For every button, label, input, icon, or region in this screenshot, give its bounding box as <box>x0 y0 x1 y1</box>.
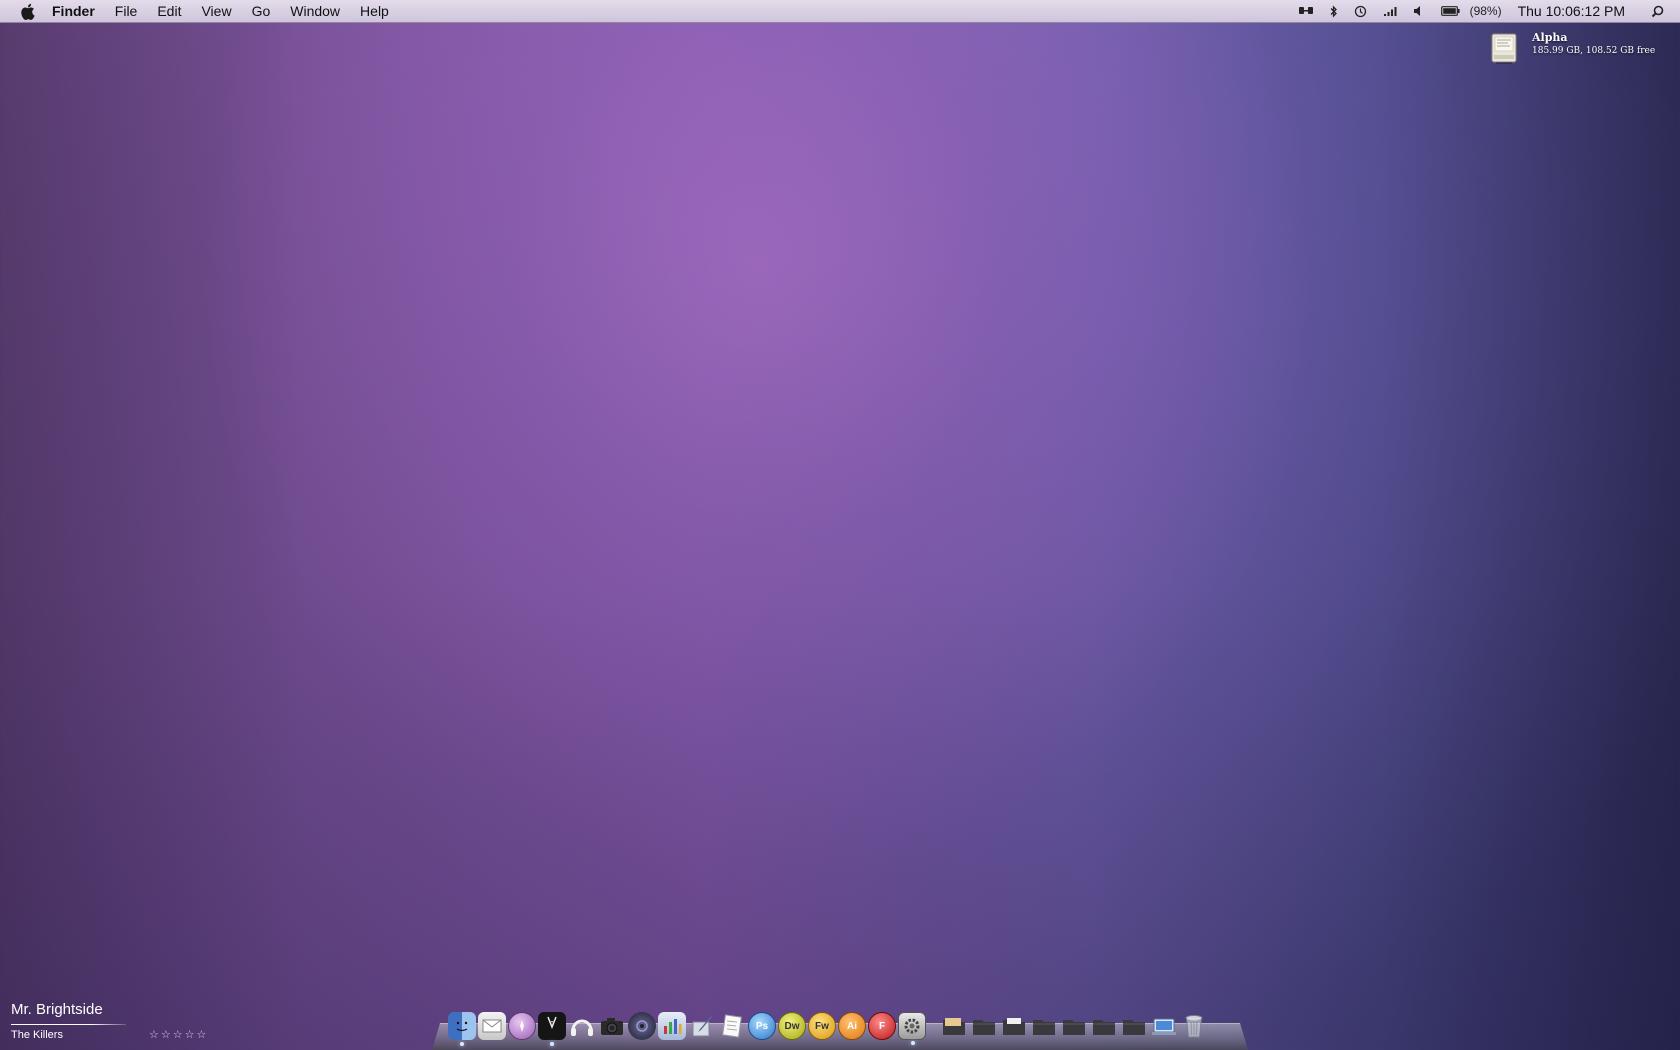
music-folder-icon[interactable] <box>1060 1012 1088 1040</box>
drive-info: 185.99 GB, 108.52 GB free <box>1532 46 1656 56</box>
flash-icon[interactable]: F <box>868 1012 896 1040</box>
menu-bar: Finder File Edit View Go Window Help (98… <box>0 0 1680 23</box>
dreamweaver-icon[interactable]: Dw <box>778 1012 806 1040</box>
textedit-icon[interactable] <box>718 1012 746 1040</box>
pen-icon[interactable] <box>688 1012 716 1040</box>
time-machine-icon[interactable] <box>1354 0 1367 22</box>
photoshop-icon[interactable]: Ps <box>748 1012 776 1040</box>
tuxedo-icon[interactable] <box>538 1012 566 1046</box>
camera-icon[interactable] <box>598 1012 626 1040</box>
dock: Ps Dw Fw Ai F <box>447 1006 1209 1046</box>
movies-folder-icon[interactable] <box>1090 1012 1118 1040</box>
menu-file[interactable]: File <box>105 0 148 22</box>
illustrator-label: Ai <box>847 1020 857 1032</box>
home-folder-icon[interactable] <box>1120 1012 1148 1040</box>
now-playing-progress <box>11 1024 126 1025</box>
now-playing-track: Mr. Brightside <box>11 1001 103 1018</box>
photoshop-label: Ps <box>755 1020 769 1032</box>
menu-help[interactable]: Help <box>350 0 399 22</box>
documents-folder-icon[interactable] <box>940 1012 968 1040</box>
battery-icon[interactable] <box>1440 0 1460 22</box>
pictures-folder-icon[interactable] <box>1030 1012 1058 1040</box>
menubar-clock[interactable]: Thu 10:06:12 PM <box>1518 3 1625 19</box>
menu-finder[interactable]: Finder <box>52 0 105 22</box>
menu-window[interactable]: Window <box>280 0 350 22</box>
bluetooth-icon[interactable] <box>1330 0 1338 22</box>
hard-drive-icon[interactable] <box>1488 31 1522 65</box>
illustrator-icon[interactable]: Ai <box>838 1012 866 1040</box>
headphones-icon[interactable] <box>568 1012 596 1040</box>
running-indicator <box>911 1041 915 1045</box>
finder-icon[interactable] <box>448 1012 476 1046</box>
menu-view[interactable]: View <box>191 0 241 22</box>
apple-icon[interactable] <box>18 2 36 20</box>
menu-go[interactable]: Go <box>242 0 281 22</box>
now-playing-widget: Mr. Brightside The Killers ☆☆☆☆☆ <box>11 1000 208 1041</box>
desktop-wallpaper <box>0 0 1680 1050</box>
dreamweaver-label: Dw <box>784 1020 800 1032</box>
trash-icon[interactable] <box>1180 1012 1208 1040</box>
battery-percentage: (98%) <box>1469 4 1502 18</box>
volume-icon[interactable] <box>1413 0 1425 22</box>
fireworks-label: Fw <box>815 1020 829 1032</box>
system-preferences-icon[interactable] <box>898 1012 926 1045</box>
chart-icon[interactable] <box>658 1012 686 1040</box>
desktop-drive[interactable]: Alpha 185.99 GB, 108.52 GB free <box>1488 31 1655 65</box>
rating-stars[interactable]: ☆☆☆☆☆ <box>149 1028 208 1041</box>
running-indicator <box>550 1042 554 1046</box>
wifi-signal-icon[interactable] <box>1383 0 1397 22</box>
menu-edit[interactable]: Edit <box>147 0 191 22</box>
desktop-folder-icon[interactable] <box>1150 1012 1178 1040</box>
applications-folder-icon[interactable] <box>1000 1012 1028 1040</box>
fireworks-icon[interactable]: Fw <box>808 1012 836 1040</box>
drive-name: Alpha <box>1532 31 1568 44</box>
mirror-display-icon[interactable] <box>1298 0 1314 22</box>
downloads-folder-icon[interactable] <box>970 1012 998 1040</box>
mail-icon[interactable] <box>478 1012 506 1040</box>
aperture-icon[interactable] <box>628 1012 656 1040</box>
safari-icon[interactable] <box>508 1012 536 1040</box>
running-indicator <box>460 1042 464 1046</box>
flash-label: F <box>878 1020 886 1032</box>
now-playing-artist: The Killers <box>11 1028 63 1041</box>
spotlight-search-icon[interactable] <box>1651 0 1664 22</box>
